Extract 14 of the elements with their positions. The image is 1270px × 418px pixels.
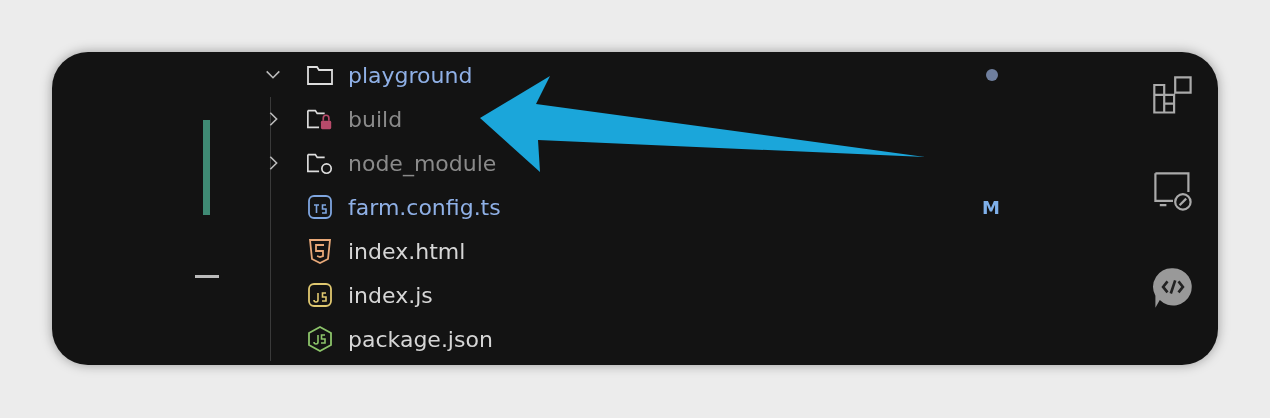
folder-name[interactable]: playground (348, 62, 473, 88)
git-status-label: M (982, 196, 1000, 218)
file-name[interactable]: package.json (348, 326, 493, 352)
folder-name[interactable]: build (348, 106, 403, 132)
remote-monitor-icon[interactable] (1151, 170, 1195, 214)
file-name[interactable]: index.html (348, 238, 466, 264)
typescript-file-icon (306, 194, 334, 220)
node-file-icon (306, 326, 334, 352)
javascript-file-icon (306, 282, 334, 308)
file-name[interactable]: index.js (348, 282, 433, 308)
folder-name[interactable]: node_module (348, 150, 497, 176)
file-name[interactable]: farm.config.ts (348, 194, 501, 220)
html-file-icon (306, 238, 334, 264)
code-chat-icon[interactable] (1151, 266, 1195, 310)
